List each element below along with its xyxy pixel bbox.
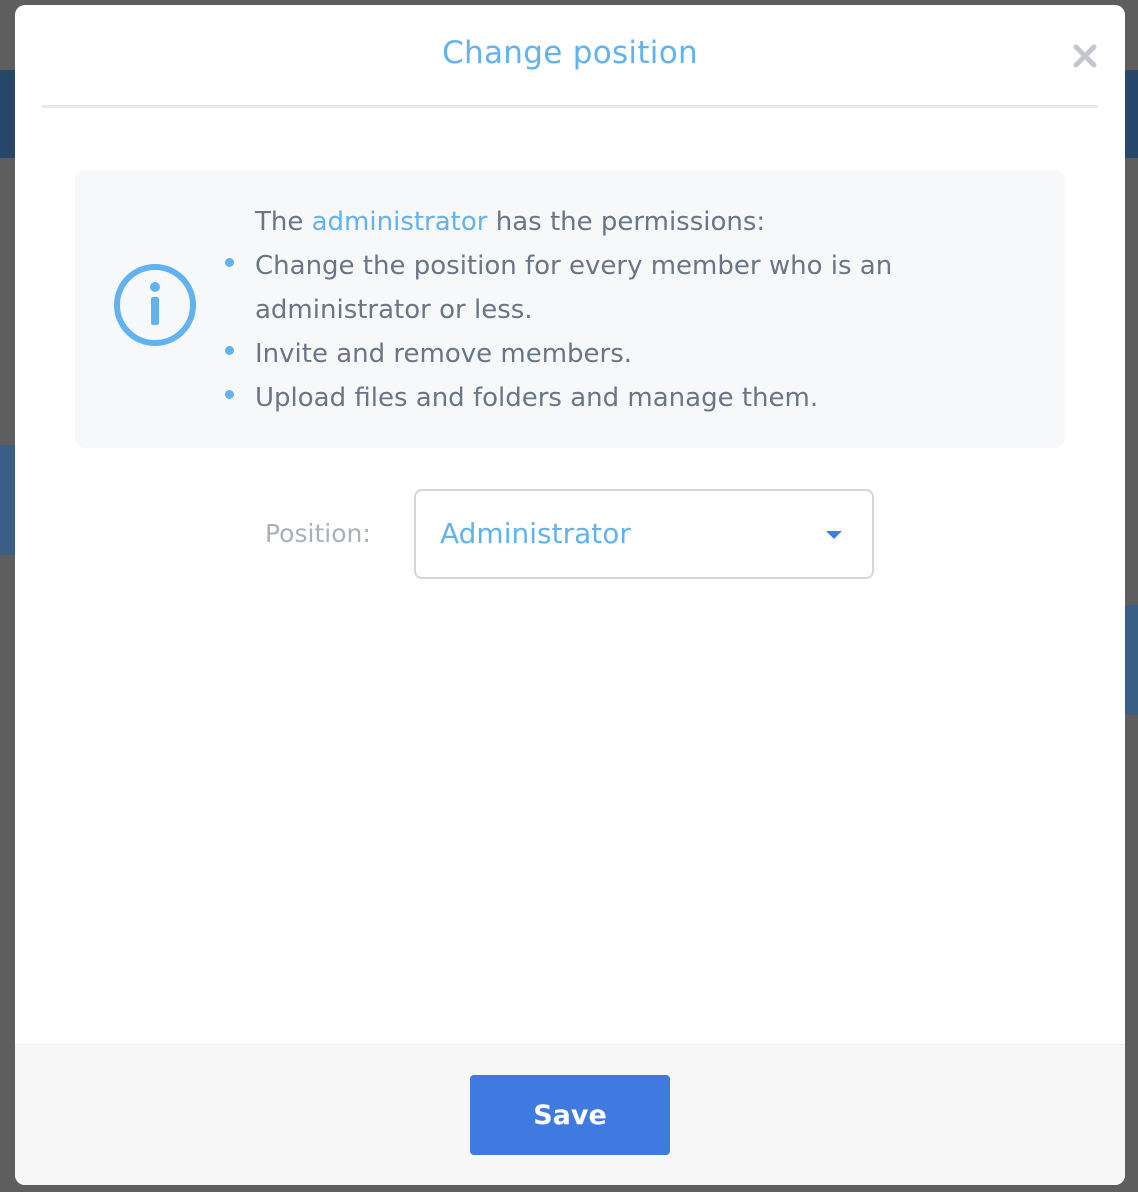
permission-text: Upload files and folders and manage them…: [255, 383, 819, 413]
permissions-list: Change the position for every member who…: [225, 244, 1015, 420]
caret-down-icon: [826, 531, 842, 539]
list-item: Invite and remove members.: [225, 332, 1015, 376]
position-select[interactable]: Administrator: [414, 489, 874, 579]
bullet-icon: [225, 258, 234, 267]
close-icon: [1073, 44, 1097, 68]
modal-footer: Save: [15, 1044, 1125, 1185]
bullet-icon: [225, 346, 234, 355]
position-label: Position:: [265, 519, 371, 548]
modal-header: Change position: [42, 5, 1098, 108]
intro-suffix: has the permissions:: [487, 207, 766, 237]
list-item: Upload files and folders and manage them…: [225, 376, 1015, 420]
change-position-modal: Change position The administrator has th…: [15, 5, 1125, 1185]
save-button[interactable]: Save: [470, 1075, 670, 1155]
intro-prefix: The: [255, 207, 312, 237]
position-selected-value: Administrator: [440, 517, 631, 550]
permissions-info-box: The administrator has the permissions: C…: [75, 170, 1065, 448]
permission-text: Change the position for every member who…: [255, 251, 893, 325]
permissions-intro: The administrator has the permissions:: [255, 200, 1015, 244]
permissions-text: The administrator has the permissions: C…: [225, 200, 1015, 420]
bullet-icon: [225, 390, 234, 399]
close-button[interactable]: [1072, 43, 1098, 69]
info-icon: [114, 264, 196, 346]
modal-title: Change position: [442, 35, 698, 71]
permission-text: Invite and remove members.: [255, 339, 633, 369]
position-row: Position: Administrator: [15, 489, 1125, 579]
role-highlight: administrator: [311, 207, 488, 237]
list-item: Change the position for every member who…: [225, 244, 1015, 332]
